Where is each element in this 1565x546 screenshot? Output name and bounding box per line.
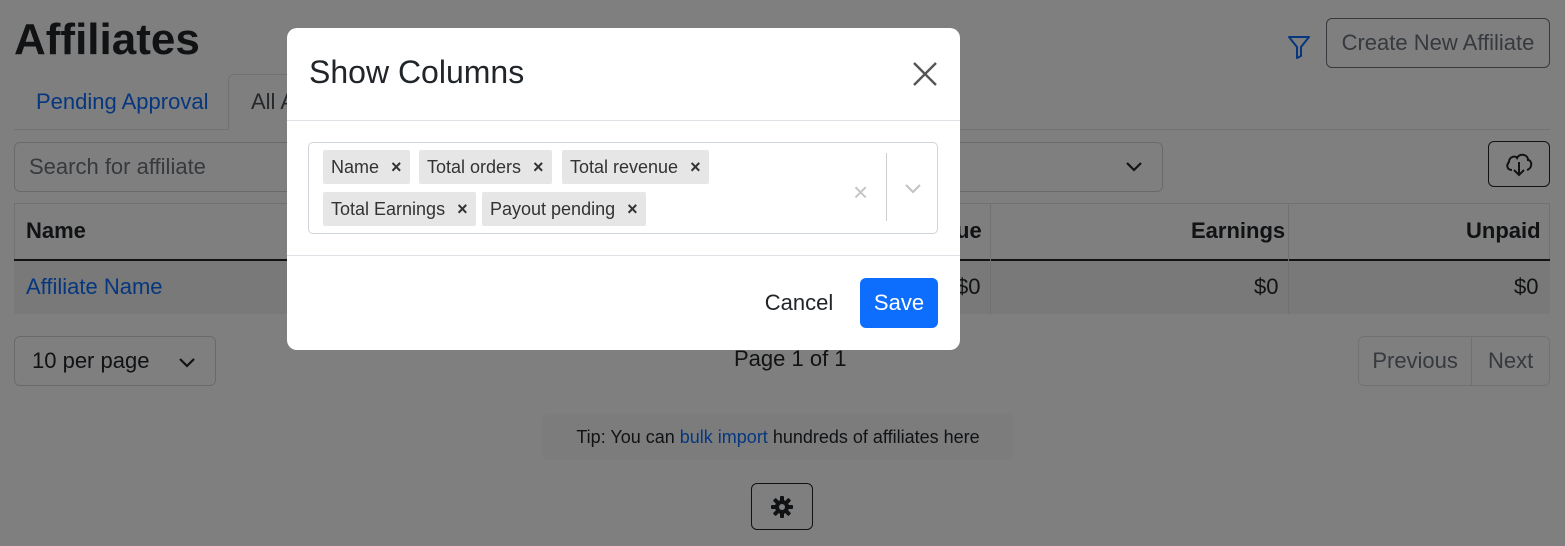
chip-name: Name ×	[323, 150, 410, 184]
chip-remove-icon[interactable]: ×	[627, 199, 638, 220]
chip-total-orders: Total orders ×	[419, 150, 552, 184]
chip-label: Total Earnings	[331, 198, 446, 219]
chip-remove-icon[interactable]: ×	[533, 157, 544, 178]
cancel-button[interactable]: Cancel	[757, 278, 841, 328]
chip-label: Total revenue	[570, 156, 679, 177]
chip-label: Name	[331, 156, 380, 177]
columns-multiselect[interactable]: Name × Total orders × Total revenue × To…	[308, 142, 938, 234]
close-icon[interactable]	[909, 58, 941, 90]
chip-remove-icon[interactable]: ×	[690, 157, 701, 178]
chip-total-earnings: Total Earnings ×	[323, 192, 476, 226]
modal-footer-divider	[287, 255, 960, 256]
show-columns-modal: Show Columns Name × Total orders × Total…	[287, 28, 960, 350]
chip-label: Payout pending	[490, 198, 616, 219]
chip-remove-icon[interactable]: ×	[457, 199, 468, 220]
indicator-separator	[886, 153, 887, 221]
chevron-down-icon[interactable]	[903, 177, 923, 199]
modal-header-divider	[287, 120, 960, 121]
chip-remove-icon[interactable]: ×	[391, 157, 402, 178]
save-button[interactable]: Save	[860, 278, 938, 328]
modal-title: Show Columns	[309, 54, 525, 90]
clear-all-icon[interactable]: ×	[853, 177, 868, 208]
chip-total-revenue: Total revenue ×	[562, 150, 709, 184]
chip-label: Total orders	[427, 156, 522, 177]
chip-payout-pending: Payout pending ×	[482, 192, 646, 226]
